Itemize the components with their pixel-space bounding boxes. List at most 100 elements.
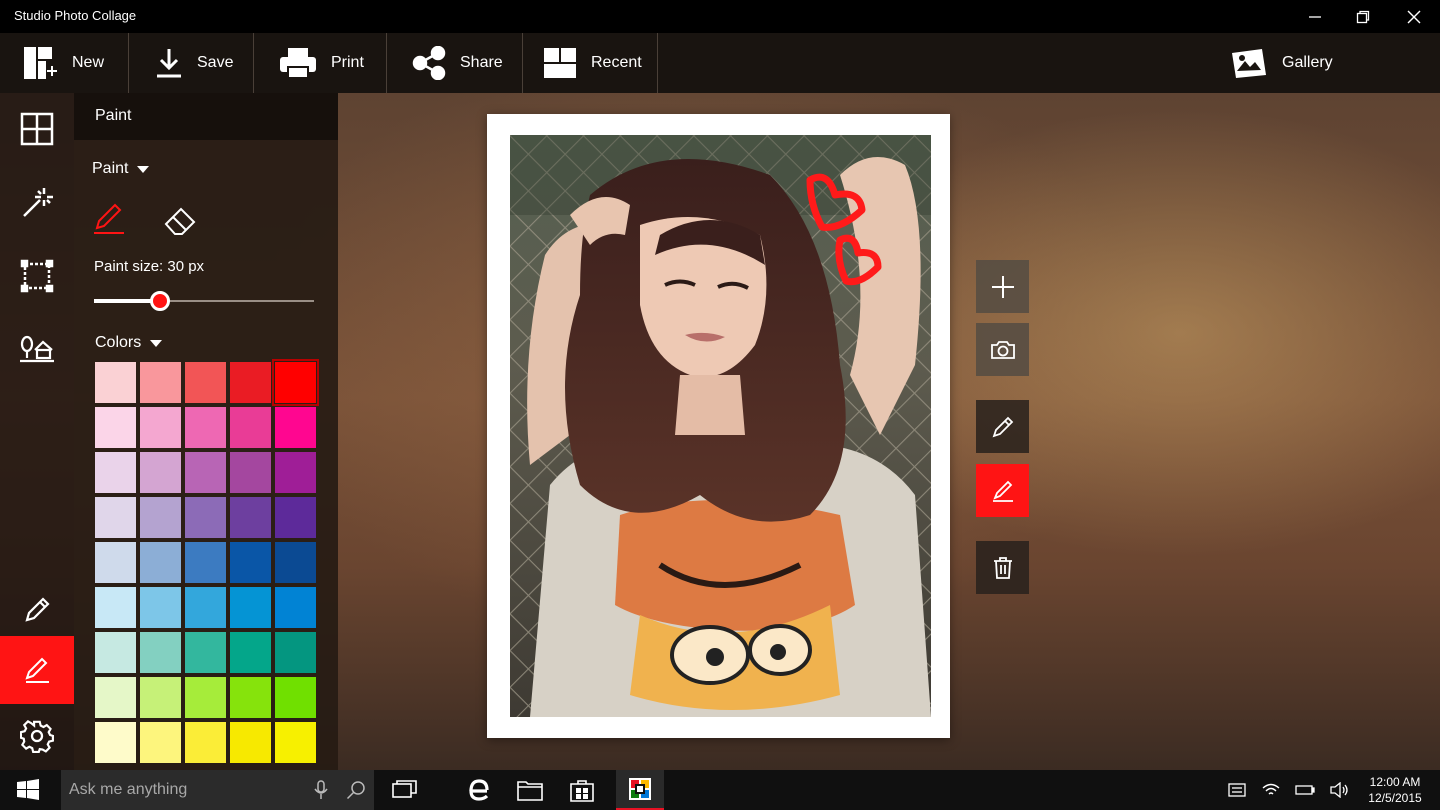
color-swatch[interactable] (230, 497, 271, 538)
color-swatch[interactable] (140, 722, 181, 763)
photo-image (510, 135, 931, 717)
paint-button[interactable] (0, 636, 74, 704)
chevron-down-icon (137, 165, 150, 173)
color-swatch[interactable] (275, 407, 316, 448)
color-swatch[interactable] (230, 362, 271, 403)
effects-button[interactable] (0, 169, 74, 237)
restore-button[interactable] (1338, 0, 1388, 33)
color-swatch[interactable] (275, 542, 316, 583)
start-button[interactable] (4, 770, 52, 810)
recent-layout-icon (544, 48, 576, 78)
color-swatch[interactable] (275, 587, 316, 628)
color-swatch[interactable] (185, 407, 226, 448)
delete-button[interactable] (976, 541, 1029, 594)
gallery-button[interactable]: Gallery (1230, 33, 1333, 93)
color-swatch[interactable] (230, 722, 271, 763)
color-swatch[interactable] (275, 722, 316, 763)
paint-side-button[interactable] (976, 464, 1029, 517)
frame-button[interactable] (0, 242, 74, 310)
volume-icon (1330, 782, 1348, 798)
save-button[interactable]: Save (129, 33, 254, 93)
color-swatch[interactable] (95, 632, 136, 673)
search-icon[interactable] (346, 780, 366, 800)
background-button[interactable] (0, 315, 74, 383)
colors-dropdown[interactable]: Colors (95, 334, 163, 352)
color-swatch[interactable] (185, 587, 226, 628)
color-swatch[interactable] (185, 632, 226, 673)
clock-time: 12:00 AM (1369, 775, 1421, 789)
color-swatch[interactable] (185, 722, 226, 763)
color-swatch[interactable] (230, 587, 271, 628)
collage-photo[interactable] (510, 135, 931, 717)
microphone-icon[interactable] (314, 780, 328, 800)
close-button[interactable] (1389, 0, 1439, 33)
color-swatch[interactable] (185, 497, 226, 538)
taskbar: 12:00 AM 12/5/2015 (0, 770, 1440, 810)
color-swatch[interactable] (140, 362, 181, 403)
battery-button[interactable] (1290, 770, 1320, 810)
paint-mode-dropdown[interactable]: Paint (92, 160, 150, 178)
color-swatch[interactable] (230, 452, 271, 493)
eraser-tool-button[interactable] (161, 200, 201, 240)
layout-button[interactable] (0, 95, 74, 163)
color-swatch[interactable] (185, 542, 226, 583)
color-swatch[interactable] (140, 542, 181, 583)
color-swatch[interactable] (95, 362, 136, 403)
task-view-icon (392, 780, 417, 798)
camera-button[interactable] (976, 323, 1029, 376)
color-swatch[interactable] (230, 542, 271, 583)
search-input[interactable] (61, 770, 301, 810)
draw-button[interactable] (0, 576, 74, 644)
color-swatch[interactable] (95, 722, 136, 763)
new-collage-icon (24, 47, 57, 79)
minimize-button[interactable] (1290, 0, 1340, 33)
color-swatch[interactable] (230, 677, 271, 718)
printer-icon (280, 48, 316, 79)
color-swatch[interactable] (185, 362, 226, 403)
task-view-button[interactable] (381, 770, 429, 810)
add-photo-button[interactable] (976, 260, 1029, 313)
color-swatch[interactable] (95, 407, 136, 448)
panel-title: Paint (95, 107, 132, 124)
color-swatch[interactable] (230, 632, 271, 673)
color-swatch[interactable] (275, 632, 316, 673)
color-swatch[interactable] (275, 452, 316, 493)
draw-side-button[interactable] (976, 400, 1029, 453)
file-explorer-button[interactable] (506, 770, 554, 810)
color-swatch[interactable] (230, 407, 271, 448)
color-swatch[interactable] (275, 677, 316, 718)
print-button[interactable]: Print (254, 33, 387, 93)
color-swatch[interactable] (140, 407, 181, 448)
slider-thumb[interactable] (150, 291, 170, 311)
color-swatch[interactable] (95, 587, 136, 628)
pen-tool-button[interactable] (89, 198, 129, 238)
settings-button[interactable] (0, 702, 74, 770)
new-button[interactable]: New (0, 33, 129, 93)
share-button[interactable]: Share (387, 33, 523, 93)
color-swatch[interactable] (95, 452, 136, 493)
action-center-button[interactable] (1222, 770, 1252, 810)
clock[interactable]: 12:00 AM 12/5/2015 (1360, 774, 1430, 806)
eraser-icon (164, 207, 196, 235)
photo-collage-taskbar-button[interactable] (616, 770, 664, 810)
color-swatch[interactable] (95, 542, 136, 583)
volume-button[interactable] (1325, 770, 1355, 810)
color-swatch[interactable] (140, 632, 181, 673)
network-button[interactable] (1256, 770, 1286, 810)
color-swatch[interactable] (140, 587, 181, 628)
taskbar-search[interactable] (61, 770, 374, 810)
store-button[interactable] (558, 770, 606, 810)
color-swatch[interactable] (185, 452, 226, 493)
paint-size-slider[interactable] (94, 291, 314, 311)
color-swatch[interactable] (275, 497, 316, 538)
recent-button[interactable]: Recent (523, 33, 658, 93)
title-bar: Studio Photo Collage (0, 0, 1440, 33)
color-swatch[interactable] (272, 359, 319, 406)
color-swatch[interactable] (140, 497, 181, 538)
color-swatch[interactable] (185, 677, 226, 718)
color-swatch[interactable] (95, 497, 136, 538)
edge-browser-button[interactable] (454, 770, 502, 810)
color-swatch[interactable] (140, 452, 181, 493)
color-swatch[interactable] (95, 677, 136, 718)
color-swatch[interactable] (140, 677, 181, 718)
